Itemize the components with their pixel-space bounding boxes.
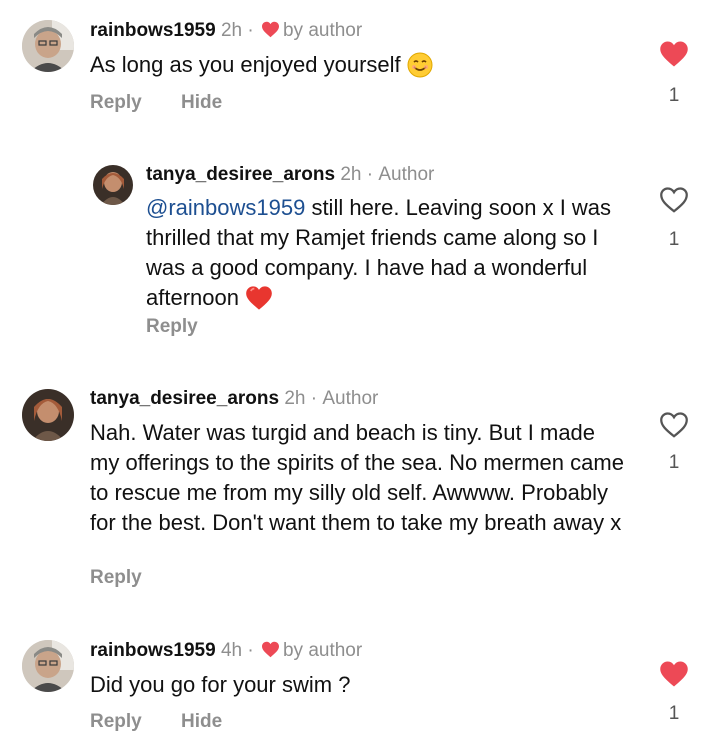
username[interactable]: tanya_desiree_arons (90, 388, 279, 409)
comment-text: As long as you enjoyed yourself (90, 50, 610, 86)
timestamp: 2h (284, 388, 306, 409)
avatar[interactable] (93, 165, 133, 205)
by-author-badge: by author (282, 20, 363, 41)
avatar[interactable] (22, 20, 74, 72)
reply-button[interactable]: Reply (90, 711, 142, 732)
reply-button[interactable]: Reply (90, 567, 142, 588)
comment-header: tanya_desiree_arons 2h · Author (146, 164, 434, 186)
comment-header: rainbows1959 2h · by author (90, 20, 362, 44)
like-button[interactable] (659, 186, 689, 216)
reply-button[interactable]: Reply (90, 92, 142, 113)
hide-button[interactable]: Hide (181, 92, 222, 113)
comment-item: rainbows1959 4h · by author Did you go f… (0, 620, 720, 746)
by-author-badge: by author (282, 640, 363, 661)
heart-icon (261, 21, 280, 44)
hide-button[interactable]: Hide (181, 711, 222, 732)
timestamp: 2h (220, 20, 243, 41)
separator: · (366, 164, 374, 185)
comment-text: Nah. Water was turgid and beach is tiny.… (90, 418, 630, 538)
smiling-face-emoji (407, 52, 433, 86)
username[interactable]: tanya_desiree_arons (146, 164, 335, 185)
separator: · (247, 20, 254, 41)
comment-body: Did you go for your swim ? (90, 672, 351, 697)
like-button[interactable] (659, 411, 689, 441)
comment-actions: Reply Hide (90, 92, 256, 114)
mention-link[interactable]: @rainbows1959 (146, 195, 305, 220)
separator: · (310, 388, 318, 409)
author-badge: Author (322, 388, 379, 409)
like-count: 1 (668, 229, 680, 250)
comment-header: tanya_desiree_arons 2h · Author (90, 388, 378, 410)
timestamp: 4h (220, 640, 243, 661)
comment-text: Did you go for your swim ? (90, 670, 610, 700)
reply-button[interactable]: Reply (146, 316, 198, 337)
heart-filled-icon (660, 41, 688, 67)
username[interactable]: rainbows1959 (90, 20, 216, 41)
heart-outline-icon (660, 412, 688, 438)
comment-item: tanya_desiree_arons 2h · Author @rainbow… (0, 150, 720, 350)
comment-body: Nah. Water was turgid and beach is tiny.… (90, 420, 624, 535)
like-button[interactable] (659, 660, 689, 690)
comment-body: As long as you enjoyed yourself (90, 52, 401, 77)
like-count: 1 (668, 703, 680, 724)
comment-actions: Reply (90, 567, 176, 589)
separator: · (247, 640, 254, 661)
username[interactable]: rainbows1959 (90, 640, 216, 661)
avatar[interactable] (22, 640, 74, 692)
like-button[interactable] (659, 40, 689, 70)
heart-icon (261, 641, 280, 664)
like-count: 1 (668, 85, 680, 106)
heart-outline-icon (660, 187, 688, 213)
comment-header: rainbows1959 4h · by author (90, 640, 362, 664)
comment-text: @rainbows1959 still here. Leaving soon x… (146, 193, 626, 319)
like-count: 1 (668, 452, 680, 473)
comment-actions: Reply (146, 316, 232, 338)
avatar[interactable] (22, 389, 74, 441)
heart-filled-icon (660, 661, 688, 687)
author-badge: Author (378, 164, 435, 185)
comment-item: rainbows1959 2h · by author As long as y… (0, 0, 720, 130)
red-heart-emoji (245, 285, 273, 319)
comment-item: tanya_desiree_arons 2h · Author Nah. Wat… (0, 375, 720, 605)
comment-actions: Reply Hide (90, 711, 256, 733)
timestamp: 2h (340, 164, 362, 185)
